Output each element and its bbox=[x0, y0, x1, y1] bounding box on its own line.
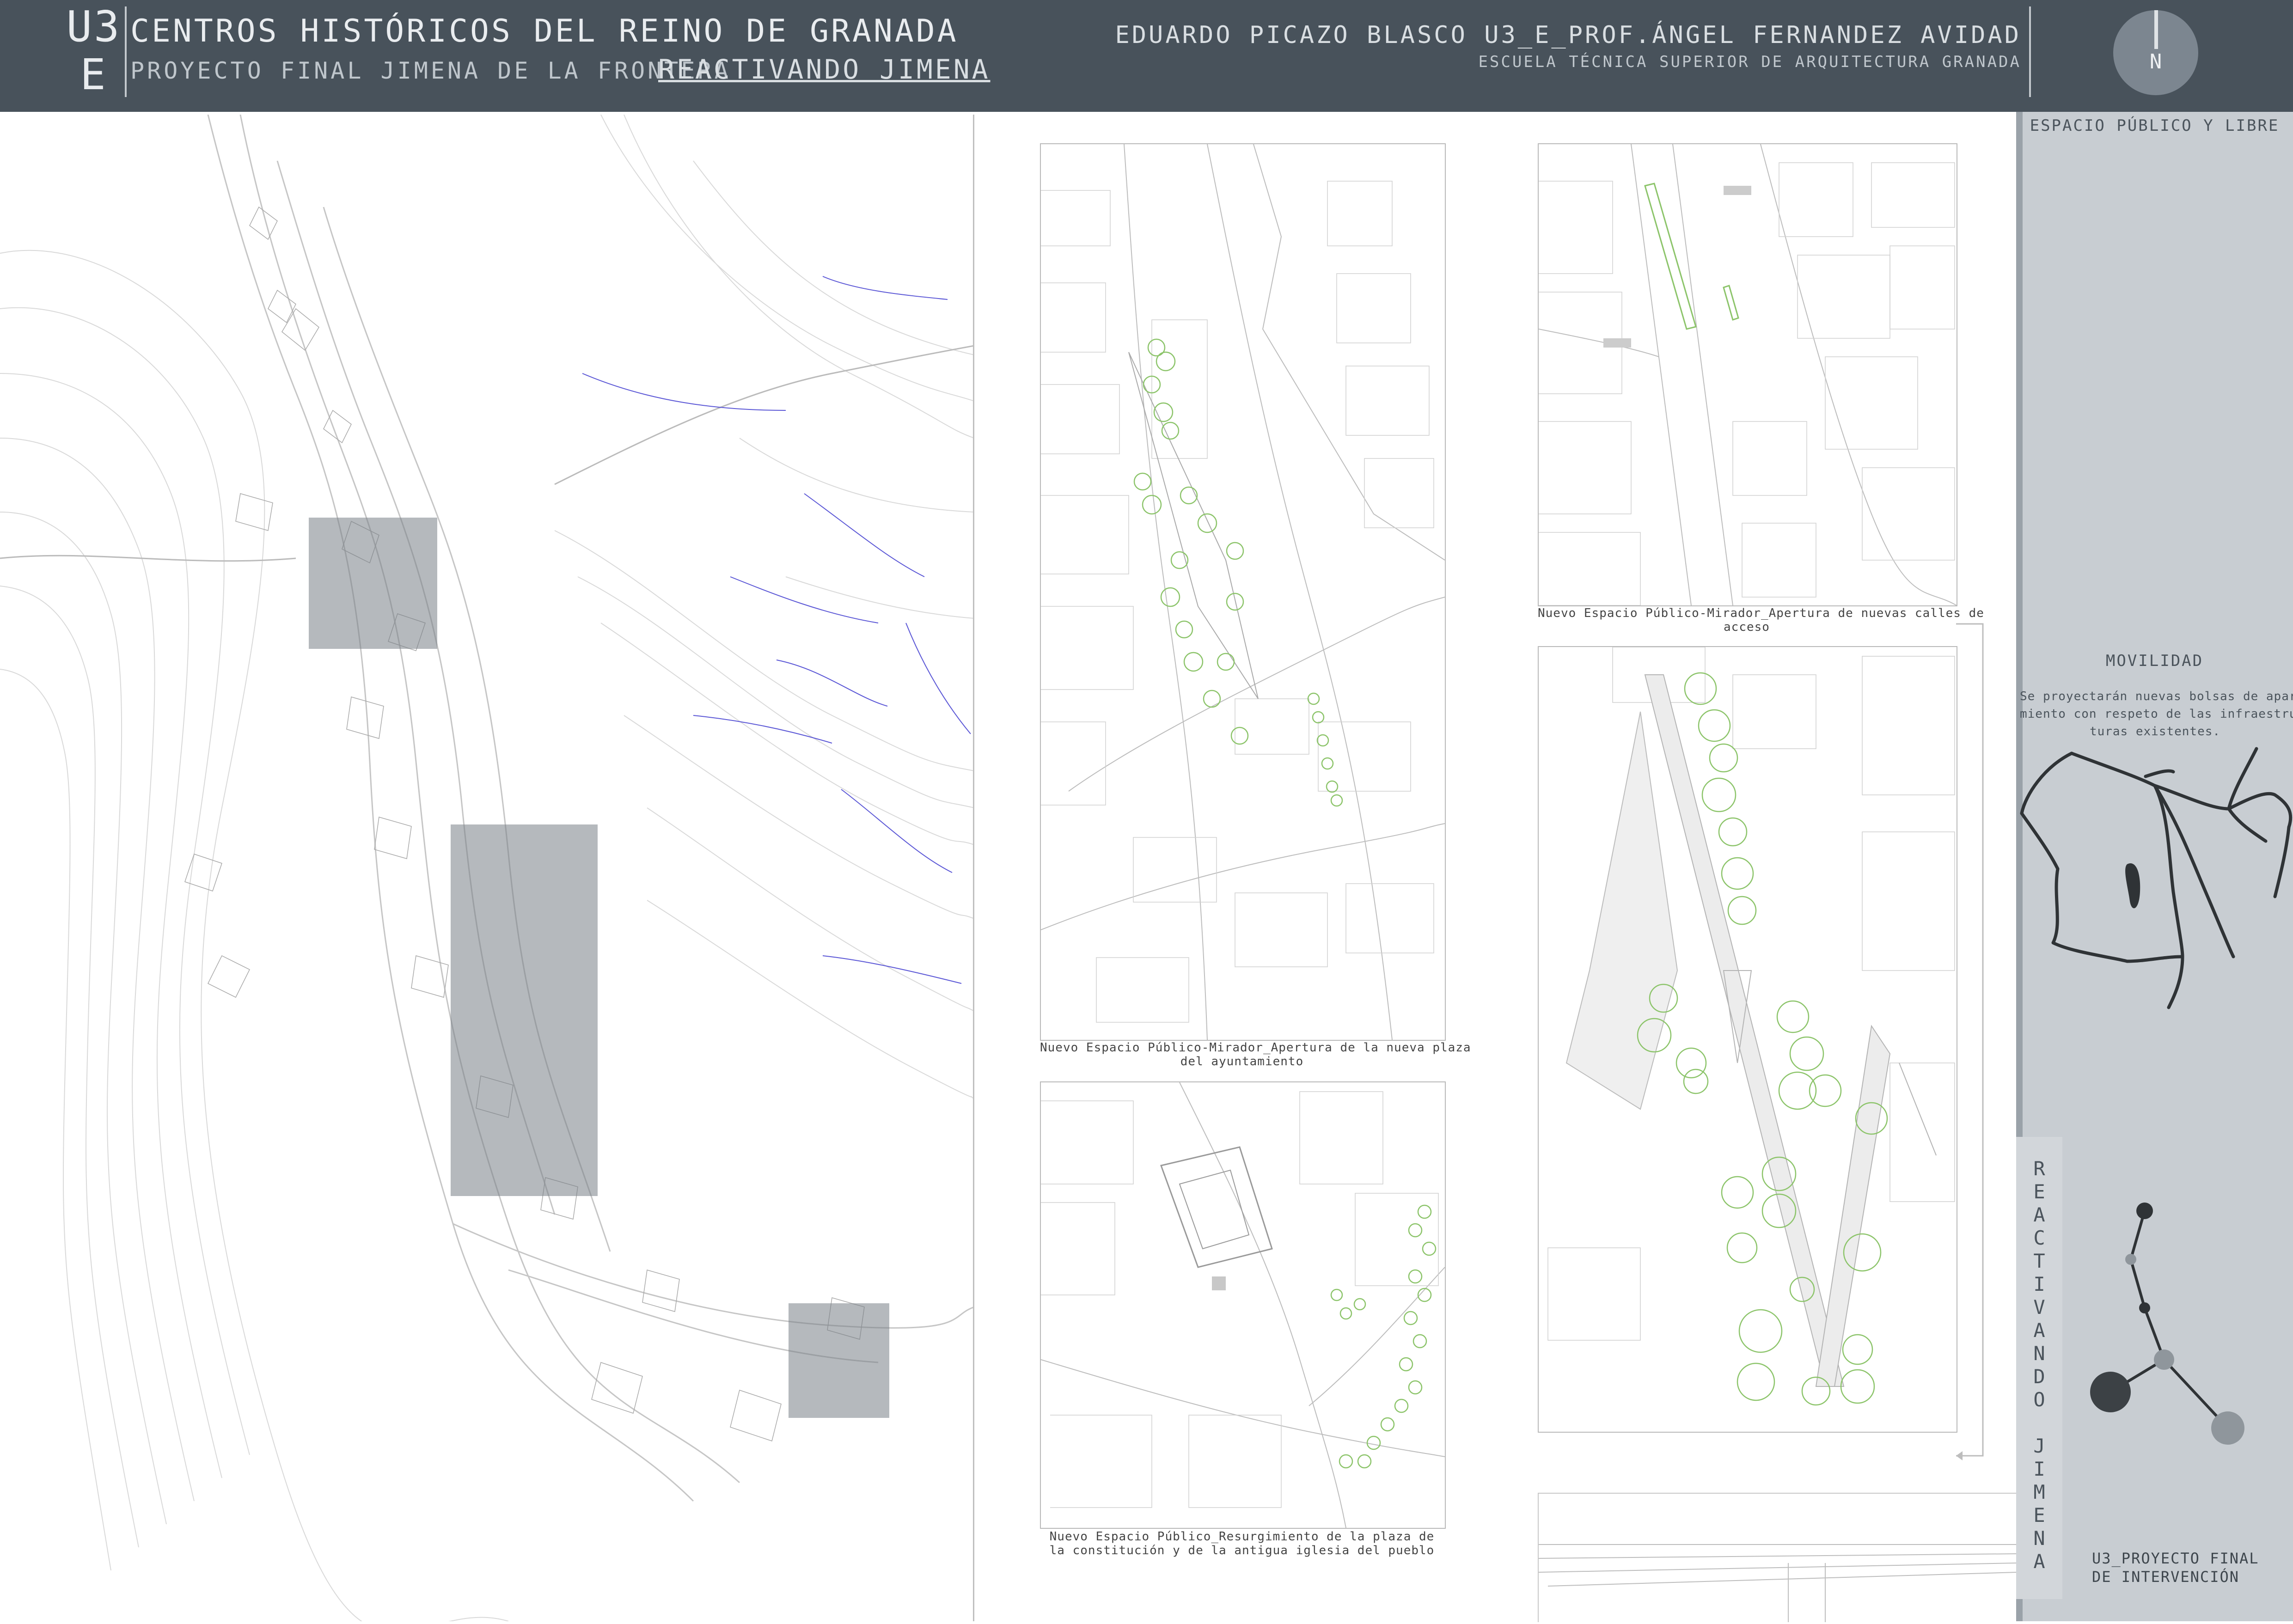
mirador-detalle-drawing bbox=[1547, 647, 1955, 1406]
caption-plaza-constitucion: Nuevo Espacio Público_Resurgimiento de l… bbox=[1049, 1530, 1435, 1557]
page-subtitle: PROYECTO FINAL JIMENA DE LA FRONTERA bbox=[130, 57, 731, 84]
detail-plan-plaza-constitucion bbox=[1040, 1081, 1446, 1529]
north-arrow-needle bbox=[2154, 10, 2158, 49]
nuevas-calles-drawing bbox=[1539, 144, 1957, 605]
section-heading-espacio-publico: ESPACIO PÚBLICO Y LIBRE bbox=[2030, 116, 2280, 135]
vertical-letter: I bbox=[2033, 1458, 2045, 1480]
vertical-letter: O bbox=[2033, 1388, 2045, 1411]
project-name-link[interactable]: REACTIVANDO JIMENA bbox=[658, 54, 991, 85]
project-constellation-diagram bbox=[2090, 1203, 2244, 1445]
vertical-letter: N bbox=[2033, 1342, 2045, 1365]
vertical-letter: R bbox=[2033, 1157, 2045, 1180]
footer-project-label: U3_PROYECTO FINAL DE INTERVENCIÓN bbox=[2092, 1550, 2259, 1586]
movilidad-description: Se proyectarán nuevas bolsas de aparca- … bbox=[2020, 690, 2293, 739]
vertical-letter: V bbox=[2033, 1296, 2045, 1319]
vertical-letter: M bbox=[2033, 1481, 2045, 1503]
vertical-letter: J bbox=[2033, 1435, 2045, 1457]
vertical-letter: T bbox=[2033, 1250, 2045, 1272]
detail-plan-mirador-detalle bbox=[1538, 646, 1957, 1433]
mobility-diagram bbox=[2020, 747, 2293, 1009]
highlight-zone-plaza-constitucion[interactable] bbox=[789, 1303, 889, 1418]
vertical-letter: N bbox=[2033, 1527, 2045, 1550]
highlight-zone-plaza-ayuntamiento[interactable] bbox=[451, 824, 598, 1196]
section-heading-movilidad: MOVILIDAD bbox=[2105, 652, 2204, 670]
section-strip-drawing bbox=[1538, 1544, 2018, 1622]
vertical-letter: A bbox=[2033, 1203, 2045, 1226]
highlight-zone-calles-acceso[interactable] bbox=[309, 518, 437, 649]
caption-nuevas-calles: Nuevo Espacio Público-Mirador_Apertura d… bbox=[1538, 606, 1984, 634]
header-divider bbox=[125, 6, 127, 97]
school-line: ESCUELA TÉCNICA SUPERIOR DE ARQUITECTURA… bbox=[1478, 53, 2021, 71]
plaza-constitucion-drawing bbox=[1041, 1082, 1445, 1528]
detail-section-strip bbox=[1538, 1493, 2018, 1622]
vertical-letter: D bbox=[2033, 1365, 2045, 1388]
detail-plan-nuevas-calles bbox=[1538, 143, 1957, 606]
vertical-letter: I bbox=[2033, 1273, 2045, 1295]
plaza-ayuntamiento-drawing bbox=[1041, 144, 1445, 1040]
unit-code: U3 E bbox=[66, 2, 122, 99]
caption-plaza-ayuntamiento: Nuevo Espacio Público-Mirador_Apertura d… bbox=[1040, 1041, 1471, 1068]
north-label: N bbox=[2149, 50, 2162, 73]
header-divider-right bbox=[2029, 6, 2031, 97]
vertical-letter: A bbox=[2033, 1319, 2045, 1342]
vertical-letter: E bbox=[2033, 1504, 2045, 1526]
detail-plan-plaza-ayuntamiento bbox=[1040, 143, 1446, 1041]
author-line: EDUARDO PICAZO BLASCO U3_E_PROF.ÁNGEL FE… bbox=[1115, 21, 2021, 49]
page-title: CENTROS HISTÓRICOS DEL REINO DE GRANADA bbox=[130, 13, 959, 49]
vertical-letter: C bbox=[2033, 1227, 2045, 1249]
connector-bracket bbox=[1956, 623, 1984, 1460]
vertical-letter: E bbox=[2033, 1180, 2045, 1203]
vertical-letter: A bbox=[2033, 1550, 2045, 1573]
